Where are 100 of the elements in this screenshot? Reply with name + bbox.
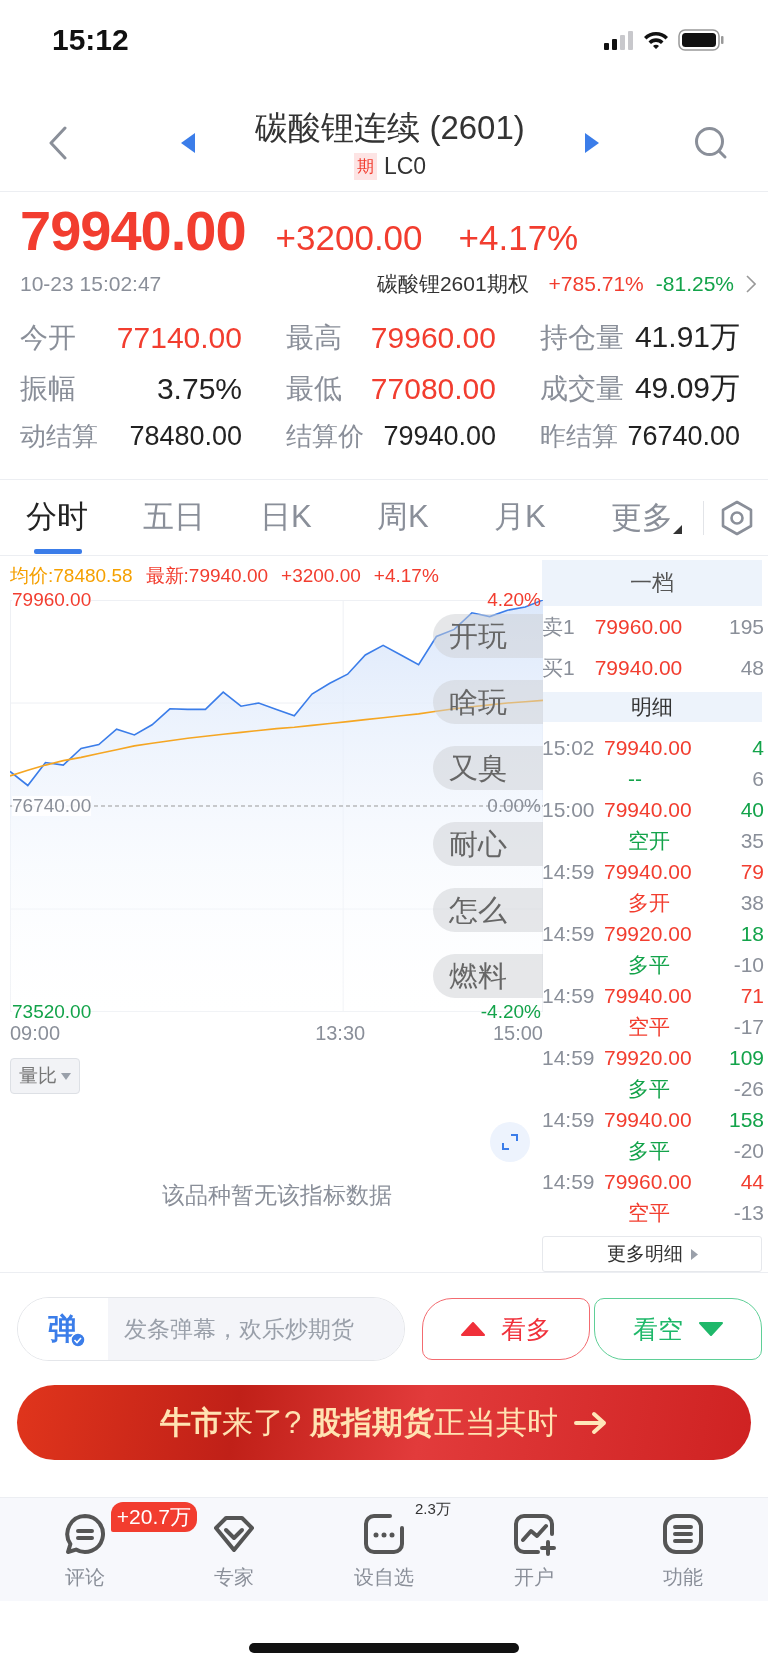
stat-value: 78480.00: [129, 420, 242, 452]
stat-value: 76740.00: [627, 420, 740, 452]
chart-tab[interactable]: 日K: [260, 479, 377, 556]
trade-volume: 109: [728, 1045, 764, 1070]
order-price: 79960.00: [593, 614, 684, 639]
more-dropdown-tab[interactable]: 更多: [611, 479, 697, 556]
bullish-button[interactable]: 看多: [422, 1298, 590, 1360]
stat-label: 动结算: [20, 419, 98, 453]
stat-value: 49.09万: [634, 370, 740, 406]
trade-action: 多平: [627, 951, 671, 978]
option-link[interactable]: 碳酸锂2601期权: [376, 270, 529, 298]
chevron-right-icon[interactable]: [746, 275, 756, 293]
instrument-title: 碳酸锂连续 (2601): [255, 108, 525, 148]
trade-volume: 71: [740, 983, 764, 1008]
trade-action: 空平: [627, 1013, 671, 1040]
bottom-nav-item[interactable]: 评论: [60, 1498, 109, 1601]
stat-value: 3.75%: [156, 371, 242, 406]
promo-banner[interactable]: 牛市来了? 股指期货正当其时: [17, 1385, 751, 1460]
position-change: -26: [733, 1076, 764, 1101]
trade-action: 空开: [627, 827, 671, 854]
stat-label: 最低: [286, 371, 342, 406]
trade-price: 79940.00: [604, 859, 693, 884]
trade-time: 14:59: [542, 983, 596, 1008]
battery-icon: [678, 28, 724, 51]
position-change: 6: [752, 766, 764, 791]
trade-action: 多平: [627, 1075, 671, 1102]
search-icon[interactable]: [694, 126, 728, 160]
time-axis-label: 09:00: [10, 1022, 61, 1045]
status-time: 15:12: [52, 22, 129, 57]
trade-price: 79920.00: [604, 921, 693, 946]
bottom-nav-item[interactable]: 专家: [210, 1498, 259, 1601]
percent-axis-label: 4.20%: [487, 590, 541, 610]
percent-axis-label: 0.00%: [487, 796, 541, 816]
chart-tab[interactable]: 周K: [377, 479, 494, 556]
trade-action: 多平: [627, 1137, 671, 1164]
position-change: -13: [733, 1200, 764, 1225]
previous-arrow-icon[interactable]: [180, 132, 196, 154]
bottom-nav-item[interactable]: 开户: [509, 1498, 558, 1601]
chart-legend: +4.17%: [373, 565, 439, 587]
stat-label: 今开: [20, 320, 76, 355]
indicator-dropdown[interactable]: 量比: [10, 1058, 80, 1094]
signal-icon: [604, 29, 634, 50]
back-icon[interactable]: [48, 126, 68, 160]
percent-change: +4.17%: [458, 218, 579, 258]
watch-count: 2.3万: [415, 1500, 451, 1519]
bearish-button[interactable]: 看空: [594, 1298, 762, 1360]
stat-label: 最高: [286, 320, 342, 355]
order-book-header: 一档: [542, 560, 762, 606]
stat-value: 41.91万: [634, 319, 740, 355]
stat-label: 昨结算: [540, 419, 618, 453]
time-axis-label: 13:30: [315, 1022, 366, 1045]
trade-price: 79940.00: [604, 735, 693, 760]
trade-volume: 44: [740, 1169, 764, 1194]
option-change: +785.71%: [548, 272, 644, 296]
comment-count-badge: +20.7万: [110, 1502, 197, 1532]
danmaku-bubble: 耐心: [433, 822, 543, 866]
trade-price: 79920.00: [604, 1045, 693, 1070]
danmaku-bubble: 开玩: [433, 614, 543, 658]
position-change: 35: [740, 828, 764, 853]
stat-label: 振幅: [20, 371, 76, 406]
danmaku-input-field[interactable]: 弹 发条弹幕，欢乐炒期货: [17, 1297, 405, 1361]
trade-action: 空平: [627, 1199, 671, 1226]
y-axis-label: 76740.00: [12, 796, 92, 816]
trade-price: 79940.00: [604, 1107, 693, 1132]
chart-tab[interactable]: 月K: [494, 479, 611, 556]
bottom-nav-item[interactable]: 设自选: [354, 1498, 414, 1601]
chart-tab[interactable]: 五日: [143, 479, 260, 556]
chart-legend: 均价:78480.58: [10, 563, 133, 589]
stat-label: 结算价: [286, 419, 364, 453]
position-change: 38: [740, 890, 764, 915]
chart-legend: 最新:79940.00: [145, 563, 269, 589]
trade-time: 15:00: [542, 797, 596, 822]
position-change: -17: [733, 1014, 764, 1039]
expand-icon[interactable]: [490, 1122, 530, 1162]
order-price: 79940.00: [593, 655, 684, 680]
trade-volume: 40: [740, 797, 764, 822]
chart-tab[interactable]: 分时: [26, 479, 143, 556]
trade-time: 14:59: [542, 1045, 596, 1070]
stat-label: 持仓量: [540, 320, 624, 355]
danmaku-bubble: 又臭: [433, 746, 543, 790]
more-trades-button[interactable]: 更多明细: [542, 1236, 762, 1272]
next-arrow-icon[interactable]: [584, 132, 600, 154]
settings-icon[interactable]: [720, 499, 754, 536]
chart-legend: +3200.00: [281, 565, 361, 587]
percent-axis-label: -4.20%: [480, 1002, 541, 1022]
wifi-icon: [642, 29, 670, 50]
trade-price: 79940.00: [604, 797, 693, 822]
corner-caret-icon: [673, 524, 682, 534]
stat-value: 79940.00: [383, 420, 496, 452]
danmaku-bubble: 燃料: [433, 954, 543, 998]
danmaku-bubble: 怎么: [433, 888, 543, 932]
trade-volume: 18: [740, 921, 764, 946]
bottom-nav-item[interactable]: 功能: [659, 1498, 708, 1601]
order-volume: 48: [740, 655, 764, 680]
stat-value: 79960.00: [370, 320, 496, 355]
order-volume: 195: [728, 614, 764, 639]
stat-label: 成交量: [540, 371, 624, 406]
caret-right-icon: [690, 1248, 698, 1260]
stat-value: 77140.00: [116, 320, 242, 355]
trade-action: 多开: [627, 889, 671, 916]
